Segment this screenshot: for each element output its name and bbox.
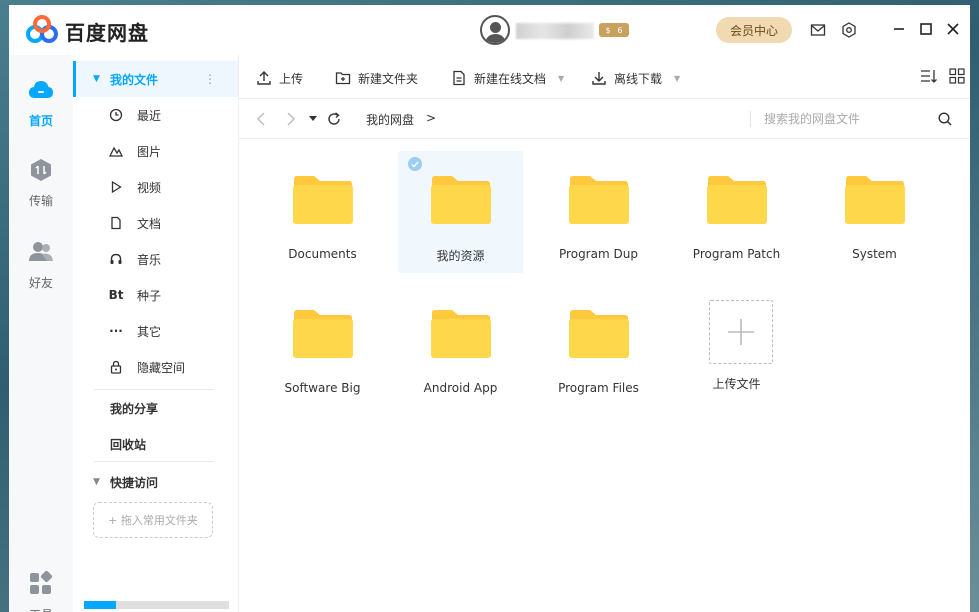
cloud-icon: [29, 81, 53, 98]
breadcrumb[interactable]: 我的网盘: [366, 111, 414, 128]
sidebar-item-images[interactable]: 图片: [73, 133, 238, 169]
sidebar-item-my-share[interactable]: 我的分享: [73, 390, 238, 426]
new-online-doc-button[interactable]: 新建在线文档 ▼: [451, 69, 564, 87]
folder-icon: [845, 176, 905, 224]
folder-icon: [431, 176, 491, 224]
sidebar-item-hidden-space[interactable]: 隐藏空间: [73, 349, 238, 385]
folder-item[interactable]: Documents: [260, 151, 385, 273]
app-brand: 百度网盘: [65, 21, 149, 45]
rail-item-friends[interactable]: 好友: [9, 239, 73, 291]
divider: [94, 461, 214, 462]
close-icon[interactable]: [944, 20, 962, 38]
app-window: 百度网盘 $ 6 会员中心 首页 传输 好友 ▼ 我的文件 ⋮ 最近 图片 视频…: [9, 5, 970, 612]
toolbar: 上传 新建文件夹 新建在线文档 ▼ 离线下载 ▼: [239, 55, 970, 99]
folder-item[interactable]: System: [812, 151, 937, 273]
chevron-down-icon[interactable]: ▼: [674, 74, 680, 83]
vip-level-badge[interactable]: $ 6: [599, 23, 629, 37]
search-input[interactable]: [764, 109, 924, 129]
rail-label: 好友: [28, 276, 53, 290]
mail-icon[interactable]: [810, 22, 826, 38]
new-folder-icon: [335, 72, 351, 85]
document-icon: [111, 216, 121, 230]
rail-item-transfer[interactable]: 传输: [9, 157, 73, 209]
tools-icon: [30, 570, 53, 594]
left-rail: 首页 传输 好友 工具: [9, 55, 73, 612]
checkmark-icon[interactable]: [408, 157, 422, 171]
forward-icon[interactable]: [283, 111, 299, 127]
storage-usage-fill: [84, 601, 116, 609]
rail-label: 传输: [28, 194, 53, 208]
sidebar-item-torrents[interactable]: Bt 种子: [73, 277, 238, 313]
avatar[interactable]: [480, 15, 510, 45]
navigation-bar: 我的网盘 >: [239, 99, 970, 139]
caret-down-icon: ▼: [93, 74, 100, 84]
rail-item-home[interactable]: 首页: [9, 77, 73, 129]
folder-icon: [431, 310, 491, 358]
folder-item[interactable]: 我的资源: [398, 151, 523, 273]
member-center-button[interactable]: 会员中心: [716, 17, 792, 43]
baidu-netdisk-logo: [26, 15, 58, 43]
folder-item[interactable]: Program Files: [536, 285, 661, 407]
sidebar-item-documents[interactable]: 文档: [73, 205, 238, 241]
quick-access-drop-zone[interactable]: + 拖入常用文件夹: [93, 502, 213, 538]
sidebar: ▼ 我的文件 ⋮ 最近 图片 视频 文档 音乐 Bt 种子 ··· 其它 隐藏空…: [73, 55, 239, 612]
new-folder-button[interactable]: 新建文件夹: [335, 69, 418, 87]
clock-icon: [109, 108, 123, 122]
friends-icon: [29, 242, 53, 261]
folder-icon: [293, 176, 353, 224]
transfer-icon: [31, 159, 51, 181]
folder-icon: [293, 310, 353, 358]
folder-item[interactable]: Program Dup: [536, 151, 661, 273]
chevron-down-icon[interactable]: ▼: [558, 74, 564, 83]
upload-icon: [257, 71, 271, 85]
add-icon[interactable]: [709, 300, 773, 364]
sidebar-item-music[interactable]: 音乐: [73, 241, 238, 277]
settings-icon[interactable]: [841, 22, 857, 38]
rail-label: 首页: [28, 114, 53, 128]
upload-button[interactable]: 上传: [256, 69, 303, 87]
sidebar-item-recycle-bin[interactable]: 回收站: [73, 426, 238, 462]
main-panel: 上传 新建文件夹 新建在线文档 ▼ 离线下载 ▼ 我的网盘 > 搜索我的网盘文件…: [239, 55, 970, 612]
folder-item[interactable]: Program Patch: [674, 151, 799, 273]
download-icon: [592, 72, 606, 85]
folder-item[interactable]: Software Big: [260, 285, 385, 407]
minimize-icon[interactable]: [890, 20, 908, 38]
offline-download-button[interactable]: 离线下载 ▼: [591, 69, 680, 87]
torrent-icon: Bt: [108, 288, 124, 302]
folder-icon: [569, 176, 629, 224]
maximize-icon[interactable]: [917, 20, 935, 38]
rail-label: 工具: [9, 606, 73, 612]
folder-item[interactable]: Android App: [398, 285, 523, 407]
lock-icon: [110, 360, 122, 374]
sidebar-item-quick-access[interactable]: ▼ 快捷访问: [73, 464, 238, 500]
image-icon: [109, 146, 123, 157]
more-icon: ···: [109, 324, 123, 338]
upload-file-tile[interactable]: 上传文件: [674, 285, 799, 407]
title-bar: 百度网盘 $ 6 会员中心: [9, 5, 970, 55]
sidebar-item-videos[interactable]: 视频: [73, 169, 238, 205]
search-icon[interactable]: [937, 111, 953, 127]
caret-down-icon: ▼: [93, 477, 100, 487]
folder-icon: [707, 176, 767, 224]
folder-icon: [569, 310, 629, 358]
headphones-icon: [110, 253, 122, 264]
history-dropdown-icon[interactable]: [305, 111, 321, 127]
document-icon: [453, 70, 465, 86]
storage-usage-bar[interactable]: [84, 601, 229, 609]
sidebar-item-others[interactable]: ··· 其它: [73, 313, 238, 349]
grid-view-icon[interactable]: [949, 68, 965, 84]
divider: [750, 111, 751, 127]
more-vertical-icon[interactable]: ⋮: [204, 72, 216, 86]
sidebar-item-recent[interactable]: 最近: [73, 97, 238, 133]
rail-item-tools[interactable]: 工具: [9, 570, 73, 612]
sidebar-item-my-files[interactable]: ▼ 我的文件 ⋮: [73, 61, 238, 97]
username[interactable]: [516, 23, 594, 39]
refresh-icon[interactable]: [326, 111, 342, 127]
back-icon[interactable]: [253, 111, 269, 127]
sort-icon[interactable]: [920, 68, 938, 84]
play-icon: [111, 180, 122, 194]
breadcrumb-separator: >: [426, 111, 437, 125]
